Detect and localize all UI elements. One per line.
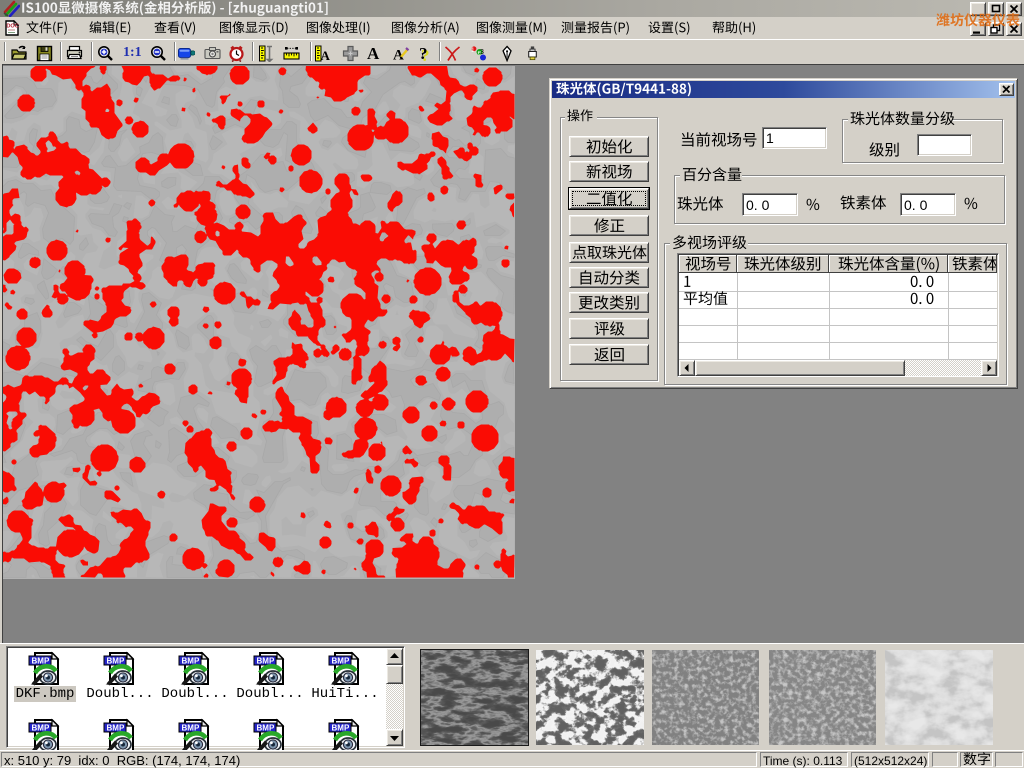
svg-text:3: 3 — [480, 49, 484, 56]
svg-text:DOC: DOC — [6, 24, 18, 30]
svg-text:A: A — [321, 48, 331, 62]
svg-text:1: 1 — [471, 47, 475, 54]
